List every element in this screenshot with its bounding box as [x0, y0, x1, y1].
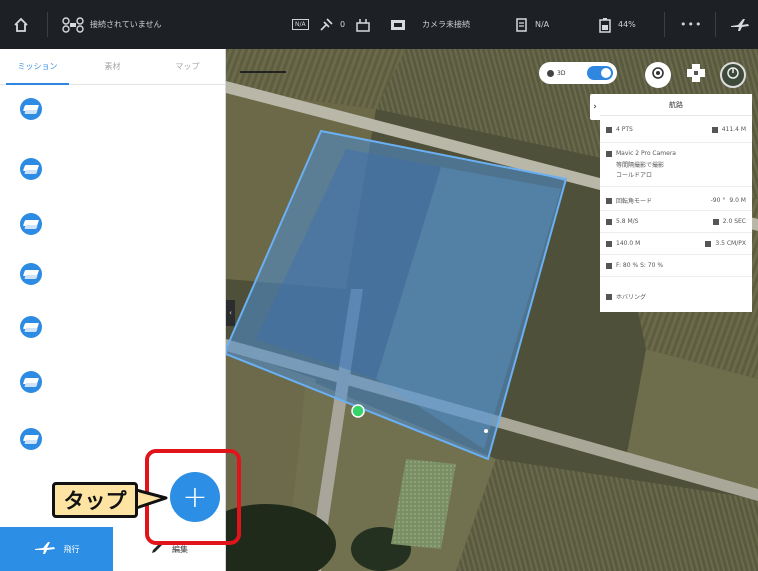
home-icon — [12, 16, 30, 34]
camera-value: Mavic 2 Pro Camera — [616, 150, 676, 157]
gimbal-mode-value: 回転角モード — [616, 198, 653, 205]
aircraft-icon — [34, 541, 56, 557]
gimbal-icon — [606, 197, 612, 204]
remote-icon — [355, 17, 371, 33]
route-distance-value: 411.4 M — [721, 126, 746, 133]
chevron-right-icon: › — [593, 102, 597, 112]
add-mission-button[interactable]: + — [170, 472, 220, 522]
overlap-icon — [606, 262, 612, 269]
connection-status-text: 接続されていません — [90, 20, 162, 29]
camera-row: Mavic 2 Pro Camera — [606, 150, 746, 157]
compass-button[interactable] — [720, 62, 746, 88]
plus-icon: + — [182, 479, 208, 515]
overlap-value: F: 80 % S: 70 % — [616, 262, 664, 269]
gimbal-angle-value: -90 ° — [710, 197, 726, 204]
flight-mode-icon: N/A — [292, 19, 309, 30]
distance-icon — [711, 126, 718, 133]
gps-status-text: N/A — [535, 20, 550, 29]
mission-item-icon[interactable] — [20, 371, 42, 393]
more-button[interactable]: ••• — [680, 0, 702, 49]
action-row: ホバリング — [606, 292, 746, 301]
connection-status: 接続されていません — [62, 0, 162, 49]
route-info-panel: 航路 4 PTS 411.4 M Mavic 2 Pro Camera 等間隔撮… — [600, 94, 752, 312]
toggle-switch[interactable] — [587, 66, 613, 80]
speed-value: 5.8 M/S — [616, 218, 639, 225]
camera-mode-2: コールドアロ — [616, 170, 746, 179]
camera-icon — [606, 150, 612, 157]
mission-item-icon[interactable] — [20, 213, 42, 235]
info-panel-collapse[interactable]: › — [590, 94, 600, 120]
aircraft-button[interactable] — [730, 0, 750, 49]
3d-toggle-label: 3D — [557, 69, 566, 77]
gsd-icon — [705, 240, 712, 247]
aircraft-icon — [730, 17, 750, 33]
fly-button-label: 飛行 — [63, 544, 80, 554]
altitude-row: 140.0 M 3.5 CM/PX — [606, 240, 746, 247]
action-icon — [606, 293, 612, 300]
mission-item-icon[interactable] — [20, 158, 42, 180]
locate-button[interactable] — [645, 62, 671, 88]
gimbal-height-value: 9.0 M — [729, 197, 746, 204]
edit-button-label: 編集 — [172, 544, 188, 554]
interval-icon — [712, 218, 719, 225]
interval-value: 2.0 SEC — [722, 218, 746, 225]
chevron-left-icon: ‹ — [229, 309, 232, 317]
locate-icon — [650, 65, 666, 85]
altitude-icon — [606, 240, 612, 247]
layers-button[interactable] — [683, 62, 709, 88]
tab-materials[interactable]: 素材 — [75, 49, 150, 84]
mission-item-icon[interactable] — [20, 428, 42, 450]
tab-maps[interactable]: マップ — [150, 49, 225, 84]
battery-icon — [598, 17, 612, 33]
gimbal-row: 回転角モード -90 ° 9.0 M — [606, 196, 746, 205]
layers-icon — [684, 61, 708, 89]
left-tabs: ミッション 素材 マップ — [0, 49, 225, 85]
satellite-status: 0 — [318, 0, 345, 49]
camera-mode-2-value: コールドアロ — [616, 172, 653, 179]
gsd-value: 3.5 CM/PX — [715, 240, 746, 247]
callout-pointer — [134, 488, 168, 510]
route-points-value: 4 PTS — [616, 126, 633, 133]
camera-mode-1-value: 等間隔撮影で撮影 — [616, 162, 665, 169]
panel-collapse-handle[interactable]: ‹ — [226, 300, 235, 326]
gps-icon — [515, 17, 529, 33]
video-icon — [390, 18, 406, 32]
speed-icon — [606, 218, 612, 225]
overlap-row: F: 80 % S: 70 % — [606, 262, 746, 269]
camera-mode-1: 等間隔撮影で撮影 — [616, 160, 746, 169]
tap-callout-text: タップ — [63, 489, 127, 513]
globe-icon — [547, 69, 554, 77]
compass-icon — [725, 65, 741, 85]
satellite-count: 0 — [340, 20, 346, 29]
home-button[interactable] — [12, 0, 30, 49]
tab-missions[interactable]: ミッション — [0, 49, 75, 85]
battery-status-text: 44% — [618, 20, 636, 29]
altitude-value: 140.0 M — [616, 240, 641, 247]
camera-status: カメラ未接続 — [390, 0, 470, 49]
speed-row: 5.8 M/S 2.0 SEC — [606, 218, 746, 225]
tap-callout: タップ — [52, 482, 138, 518]
route-info-title: 航路 — [600, 94, 752, 116]
route-points-row: 4 PTS 411.4 M — [606, 126, 746, 133]
camera-status-text: カメラ未接続 — [422, 20, 470, 29]
flight-mode: N/A — [292, 0, 309, 49]
more-icon: ••• — [680, 18, 703, 31]
3d-toggle[interactable]: 3D — [539, 62, 617, 84]
points-icon — [606, 126, 612, 133]
satellite-icon — [318, 17, 334, 33]
fly-button[interactable]: 飛行 — [0, 527, 113, 571]
mission-item-icon[interactable] — [20, 316, 42, 338]
drone-icon — [62, 16, 84, 33]
action-value: ホバリング — [616, 294, 647, 301]
remote-status — [355, 0, 371, 49]
gps-status: N/A — [515, 0, 549, 49]
mission-item-icon[interactable] — [20, 263, 42, 285]
mission-item-icon[interactable] — [20, 98, 42, 120]
battery-status: 44% — [598, 0, 636, 49]
top-bar: 接続されていません N/A 0 カメラ未接続 N/A 44% ••• — [0, 0, 758, 49]
